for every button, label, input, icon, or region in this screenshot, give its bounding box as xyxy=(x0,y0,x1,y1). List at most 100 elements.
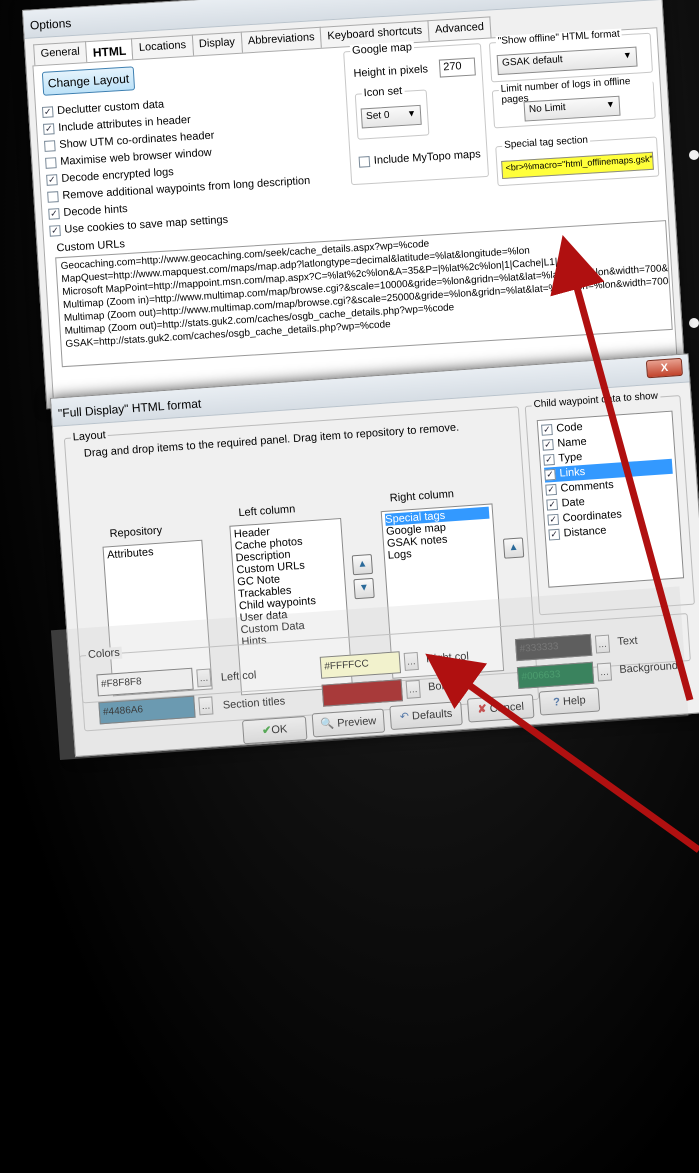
checkbox-empty-box xyxy=(45,156,57,169)
group-legend: Colors xyxy=(85,646,123,662)
check-icon: ✓ xyxy=(41,105,54,118)
html-tab-panel: Change Layout ✓ Declutter custom data ✓ In… xyxy=(32,27,678,405)
button-label: Cancel xyxy=(489,700,525,716)
button-label: Defaults xyxy=(411,707,453,723)
layout-instructions: Drag and drop items to the required pane… xyxy=(83,421,460,460)
check-icon: ✓ xyxy=(546,498,559,511)
dropdown-arrow-icon: ▼ xyxy=(406,108,417,119)
list-item[interactable]: Attributes xyxy=(107,543,200,561)
background-picker-button[interactable]: … xyxy=(596,662,613,682)
check-icon: ✓ xyxy=(49,224,61,237)
right-col-picker-button[interactable]: … xyxy=(403,651,419,671)
custom-urls-legend: Custom URLs xyxy=(56,238,126,255)
google-map-group: Google map Height in pixels 270 Icon set… xyxy=(343,41,490,186)
change-layout-button[interactable]: Change Layout xyxy=(41,66,136,96)
checkbox-label: Include attributes in header xyxy=(57,113,192,134)
group-legend: Google map xyxy=(349,41,415,58)
right-move-up-button[interactable]: ▲ xyxy=(502,537,525,559)
help-icon: ? xyxy=(552,696,561,709)
window-title: Options xyxy=(29,16,72,33)
right-column-label: Right column xyxy=(389,488,455,505)
checkbox-label: Decode encrypted logs xyxy=(61,166,175,185)
show-offline-select[interactable]: GSAK default ▼ xyxy=(496,46,638,76)
border-picker-button[interactable]: … xyxy=(405,679,421,699)
icon-set-select[interactable]: Set 0 ▼ xyxy=(360,104,422,129)
check-icon: ✓ xyxy=(548,528,561,541)
defaults-button[interactable]: ↶ Defaults xyxy=(389,701,463,731)
left-col-picker-button[interactable]: … xyxy=(196,668,212,688)
check-icon: ✓ xyxy=(48,207,60,220)
button-label: Help xyxy=(562,694,587,708)
group-legend: Icon set xyxy=(361,84,405,100)
group-legend: "Show offline" HTML format xyxy=(495,28,623,48)
check-icon: ✓ xyxy=(547,513,560,526)
arrow-down-icon: ▼ xyxy=(358,582,370,594)
button-label: Preview xyxy=(336,715,377,730)
help-button[interactable]: ? Help xyxy=(538,687,601,716)
checkbox-label: Declutter custom data xyxy=(56,98,165,118)
select-value: GSAK default xyxy=(501,54,563,69)
check-icon: ✓ xyxy=(46,173,58,186)
check-icon: ✓ xyxy=(544,468,556,481)
checkbox-label: Maximise web browser window xyxy=(59,146,213,168)
move-up-button[interactable]: ▲ xyxy=(351,553,374,576)
checkbox-label: Date xyxy=(561,495,586,510)
checkbox-label: Type xyxy=(558,451,583,465)
section-titles-picker-button[interactable]: … xyxy=(198,696,214,716)
child-waypoint-list[interactable]: ✓ Code ✓ Name ✓ Type ✓ Links ✓ Comments ✓ Date… xyxy=(536,410,685,588)
show-offline-group: "Show offline" HTML format GSAK default ▼ xyxy=(488,28,653,83)
checkbox-label: Decode hints xyxy=(63,202,128,219)
checkbox-declutter[interactable]: ✓ Declutter custom data xyxy=(41,98,165,118)
close-button[interactable]: X xyxy=(645,357,683,379)
repository-label: Repository xyxy=(109,524,163,541)
full-display-window: "Full Display" HTML format X Layout Drag… xyxy=(50,353,699,758)
checkbox-label: Name xyxy=(557,435,588,450)
left-column-label: Left column xyxy=(238,503,296,520)
check-icon: ✓ xyxy=(541,424,553,436)
preview-icon: 🔍 xyxy=(320,717,335,731)
bullet-dot xyxy=(689,318,699,328)
checkbox-label: Include MyTopo maps xyxy=(373,148,482,167)
child-waypoint-group: Child waypoint data to show ✓ Code ✓ Name … xyxy=(524,390,695,616)
checkbox-empty-box xyxy=(47,190,59,203)
arrow-up-icon: ▲ xyxy=(508,541,519,554)
group-legend: Layout xyxy=(70,429,109,444)
check-icon: ✓ xyxy=(545,483,557,496)
cancel-x-icon: ✘ xyxy=(477,703,488,716)
special-tag-input[interactable]: <br>%macro="html_offlinemaps.gsk" xyxy=(501,151,654,179)
custom-urls-textarea[interactable]: Geocaching.com=http://www.geocaching.com… xyxy=(55,220,673,368)
preview-button[interactable]: 🔍 Preview xyxy=(311,708,386,738)
bullet-dot xyxy=(689,150,699,160)
limit-logs-group: Limit number of logs in offline pages No… xyxy=(491,74,656,129)
height-input[interactable]: 270 xyxy=(438,57,476,78)
undo-icon: ↶ xyxy=(399,710,410,724)
check-icon: ✓ xyxy=(42,122,55,135)
move-down-button[interactable]: ▼ xyxy=(353,577,375,600)
checkbox-empty-box xyxy=(358,155,371,168)
text-picker-button[interactable]: … xyxy=(594,634,611,654)
checkbox-decode-hints[interactable]: ✓ Decode hints xyxy=(48,203,128,220)
checkbox-mytopo[interactable]: Include MyTopo maps xyxy=(358,148,482,168)
background-color[interactable]: #006633 xyxy=(516,661,595,690)
dropdown-arrow-icon: ▼ xyxy=(622,49,633,61)
checkbox-decode-logs[interactable]: ✓ Decode encrypted logs xyxy=(46,166,174,186)
cancel-button[interactable]: ✘ Cancel xyxy=(466,694,535,723)
button-label: OK xyxy=(270,723,288,737)
select-value: Set 0 xyxy=(365,109,390,123)
ok-button[interactable]: ✔OK xyxy=(241,715,308,745)
arrow-up-icon: ▲ xyxy=(357,558,368,570)
check-icon: ✓ xyxy=(542,439,554,451)
icon-set-group: Icon set Set 0 ▼ xyxy=(354,84,430,140)
window-title: "Full Display" HTML format xyxy=(57,396,202,421)
height-label: Height in pixels xyxy=(353,63,429,80)
checkbox-empty-box xyxy=(44,139,56,152)
check-icon: ✓ xyxy=(543,453,555,466)
left-col-label: Left col xyxy=(220,669,257,684)
dropdown-arrow-icon: ▼ xyxy=(605,98,616,110)
group-legend: Special tag section xyxy=(501,134,591,151)
checkbox-label: Distance xyxy=(563,524,607,540)
border-label: Border xyxy=(427,679,462,694)
options-window: Options X General HTML Locations Display… xyxy=(22,0,686,410)
special-tag-group: Special tag section <br>%macro="html_off… xyxy=(495,134,660,187)
text-label: Text xyxy=(616,634,638,648)
